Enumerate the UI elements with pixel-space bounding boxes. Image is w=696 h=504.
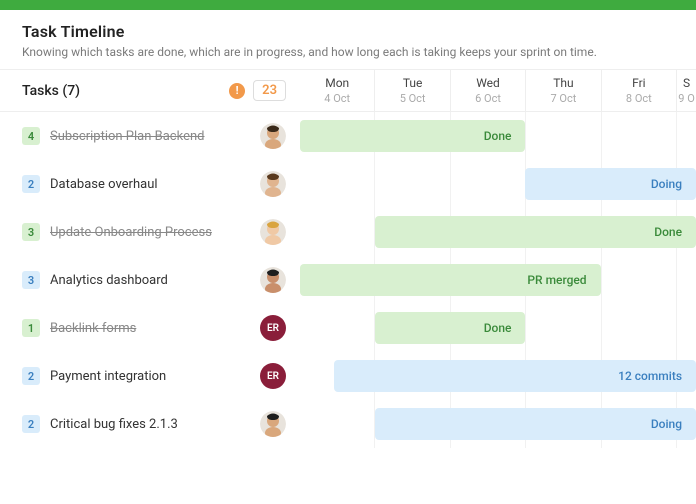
task-name: Subscription Plan Backend bbox=[50, 129, 204, 144]
task-row-left: 2 Payment integration ER bbox=[0, 363, 300, 389]
task-bar[interactable]: PR merged bbox=[300, 264, 601, 296]
day-column: Fri 8 Oct bbox=[601, 70, 676, 111]
task-row[interactable]: 3 Analytics dashboard PR merged bbox=[0, 256, 696, 304]
task-bar-label: PR merged bbox=[527, 273, 586, 287]
day-column: Tue 5 Oct bbox=[374, 70, 449, 111]
task-bar[interactable]: Doing bbox=[525, 168, 696, 200]
day-date: 7 Oct bbox=[526, 92, 600, 105]
task-name: Critical bug fixes 2.1.3 bbox=[50, 417, 178, 432]
task-row-timeline: PR merged bbox=[300, 256, 696, 304]
task-badge: 4 bbox=[22, 127, 40, 145]
task-bar[interactable]: Done bbox=[375, 216, 696, 248]
top-accent-bar bbox=[0, 0, 696, 10]
task-bar-label: Doing bbox=[651, 177, 682, 191]
day-name: Tue bbox=[375, 76, 449, 90]
task-name: Analytics dashboard bbox=[50, 273, 168, 288]
task-row-timeline: Done bbox=[300, 304, 696, 352]
task-bar-label: Done bbox=[654, 225, 682, 239]
days-header: Mon 4 OctTue 5 OctWed 6 OctThu 7 OctFri 8 Oct… bbox=[300, 70, 696, 111]
task-row[interactable]: 2 Payment integration ER 12 commits bbox=[0, 352, 696, 400]
task-row-left: 3 Update Onboarding Process bbox=[0, 219, 300, 245]
task-row-left: 1 Backlink forms ER bbox=[0, 315, 300, 341]
task-name: Payment integration bbox=[50, 369, 166, 384]
page-title: Task Timeline bbox=[22, 22, 674, 41]
header: Task Timeline Knowing which tasks are do… bbox=[0, 10, 696, 69]
task-row[interactable]: 3 Update Onboarding Process Done bbox=[0, 208, 696, 256]
task-badge: 2 bbox=[22, 415, 40, 433]
tasks-count-label: Tasks (7) bbox=[22, 83, 221, 99]
count-badge[interactable]: 23 bbox=[253, 80, 286, 101]
assignee-avatar[interactable] bbox=[260, 267, 286, 293]
task-bar-label: Done bbox=[484, 129, 512, 143]
day-name: Wed bbox=[451, 76, 525, 90]
task-row[interactable]: 2 Critical bug fixes 2.1.3 Doing bbox=[0, 400, 696, 448]
grid-header: Tasks (7) ! 23 Mon4 OctTue5 OctWed6 OctT… bbox=[0, 69, 696, 112]
day-name: Thu bbox=[526, 76, 600, 90]
assignee-avatar[interactable] bbox=[260, 411, 286, 437]
task-badge: 3 bbox=[22, 271, 40, 289]
day-date: 8 Oct bbox=[602, 92, 676, 105]
assignee-avatar[interactable]: ER bbox=[260, 315, 286, 341]
timeline-body: 4 Subscription Plan Backend Done 2 Database … bbox=[0, 112, 696, 448]
day-date: 5 Oct bbox=[375, 92, 449, 105]
assignee-avatar[interactable] bbox=[260, 219, 286, 245]
day-date: 4 Oct bbox=[300, 92, 374, 105]
task-row-timeline: Done bbox=[300, 208, 696, 256]
day-name: Fri bbox=[602, 76, 676, 90]
assignee-avatar[interactable] bbox=[260, 171, 286, 197]
task-bar[interactable]: Done bbox=[300, 120, 525, 152]
task-row-left: 2 Critical bug fixes 2.1.3 bbox=[0, 411, 300, 437]
task-row[interactable]: 2 Database overhaul Doing bbox=[0, 160, 696, 208]
day-column: Wed 6 Oct bbox=[450, 70, 525, 111]
assignee-avatar[interactable] bbox=[260, 123, 286, 149]
task-name: Backlink forms bbox=[50, 321, 136, 336]
day-name: S bbox=[677, 76, 696, 90]
task-bar-label: Done bbox=[484, 321, 512, 335]
day-date: 6 Oct bbox=[451, 92, 525, 105]
task-row-left: 2 Database overhaul bbox=[0, 171, 300, 197]
day-column: Mon 4 Oct bbox=[300, 70, 374, 111]
task-row-timeline: Doing bbox=[300, 160, 696, 208]
task-bar[interactable]: Done bbox=[375, 312, 525, 344]
task-badge: 2 bbox=[22, 175, 40, 193]
task-row-timeline: Done bbox=[300, 112, 696, 160]
task-bar[interactable]: 12 commits bbox=[334, 360, 696, 392]
task-row-timeline: Doing bbox=[300, 400, 696, 448]
task-bar-label: Doing bbox=[651, 417, 682, 431]
task-bar-label: 12 commits bbox=[618, 369, 682, 383]
task-row[interactable]: 1 Backlink forms ER Done bbox=[0, 304, 696, 352]
task-badge: 2 bbox=[22, 367, 40, 385]
task-row-left: 4 Subscription Plan Backend bbox=[0, 123, 300, 149]
task-row[interactable]: 4 Subscription Plan Backend Done bbox=[0, 112, 696, 160]
day-column: Thu 7 Oct bbox=[525, 70, 600, 111]
day-column: S 9 O bbox=[676, 70, 696, 111]
task-name: Update Onboarding Process bbox=[50, 225, 212, 240]
warning-icon[interactable]: ! bbox=[229, 83, 245, 99]
day-date: 9 O bbox=[677, 92, 696, 105]
task-badge: 3 bbox=[22, 223, 40, 241]
assignee-avatar[interactable]: ER bbox=[260, 363, 286, 389]
tasks-column-header: Tasks (7) ! 23 bbox=[0, 70, 300, 111]
task-row-left: 3 Analytics dashboard bbox=[0, 267, 300, 293]
page-subtitle: Knowing which tasks are done, which are … bbox=[22, 45, 674, 59]
task-name: Database overhaul bbox=[50, 177, 158, 192]
task-bar[interactable]: Doing bbox=[375, 408, 696, 440]
day-name: Mon bbox=[300, 76, 374, 90]
task-badge: 1 bbox=[22, 319, 40, 337]
task-row-timeline: 12 commits bbox=[300, 352, 696, 400]
